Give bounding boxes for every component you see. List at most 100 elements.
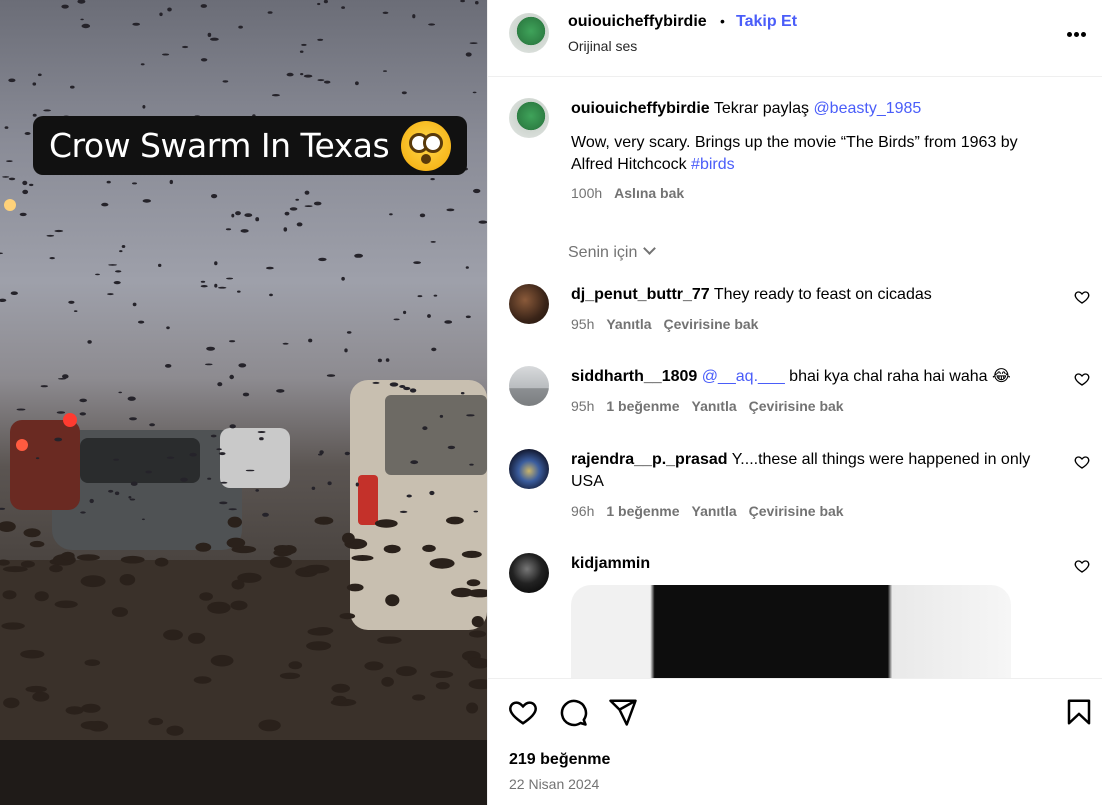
- bird-mark: [465, 266, 469, 269]
- bird-mark: [218, 286, 227, 289]
- commenter-username[interactable]: rajendra__p._prasad: [571, 451, 728, 468]
- like-comment-heart-icon[interactable]: [1074, 289, 1090, 305]
- bird-mark: [16, 408, 26, 411]
- more-options-icon[interactable]: [1067, 24, 1091, 44]
- bird-mark: [466, 414, 475, 417]
- translate-button[interactable]: Çevirisine bak: [749, 398, 844, 414]
- bird-mark: [32, 82, 37, 86]
- share-icon[interactable]: [608, 697, 638, 727]
- post-date[interactable]: 22 Nisan 2024: [509, 776, 599, 792]
- bird-mark: [61, 4, 69, 9]
- owner-username[interactable]: ouiouicheffybirdie: [568, 13, 707, 31]
- bird-mark: [383, 70, 387, 72]
- likes-count[interactable]: 219 beğenme: [509, 751, 610, 769]
- bookmark-icon[interactable]: [1064, 697, 1094, 727]
- bird-mark: [344, 451, 350, 456]
- comment-image[interactable]: [571, 585, 1011, 678]
- bird-mark: [276, 389, 285, 393]
- post-media[interactable]: Crow Swarm In Texas: [0, 0, 487, 805]
- bird-mark: [200, 285, 208, 288]
- see-original-button[interactable]: Aslına bak: [614, 185, 684, 201]
- bird-mark: [129, 498, 136, 501]
- commenter-avatar[interactable]: [509, 366, 549, 406]
- owner-avatar[interactable]: [509, 13, 549, 53]
- like-comment-heart-icon[interactable]: [1074, 558, 1090, 574]
- caption-time[interactable]: 100h: [571, 185, 602, 201]
- comment-mention[interactable]: @__aq.___: [702, 368, 785, 385]
- comment-time[interactable]: 96h: [571, 503, 594, 519]
- bird-mark: [255, 217, 260, 222]
- bird-mark: [149, 423, 156, 427]
- bird-mark: [342, 532, 355, 544]
- bird-mark: [121, 245, 126, 248]
- bird-mark: [34, 591, 49, 602]
- heart-icon[interactable]: [508, 697, 538, 727]
- caption-meta: 100h Aslına bak: [571, 182, 1061, 204]
- bird-mark: [35, 457, 40, 460]
- caption-text: ouiouicheffybirdie Tekrar paylaş @beasty…: [571, 98, 1061, 204]
- caption-mention[interactable]: @beasty_1985: [813, 100, 921, 117]
- comment-body: dj_penut_buttr_77 They ready to feast on…: [571, 284, 1061, 306]
- bird-mark: [412, 694, 426, 701]
- comment-time[interactable]: 95h: [571, 316, 594, 332]
- bird-mark: [1, 622, 25, 630]
- reply-button[interactable]: Yanıtla: [692, 503, 737, 519]
- bird-mark: [262, 512, 269, 517]
- bird-mark: [245, 469, 255, 472]
- bird-mark: [166, 725, 184, 736]
- bird-mark: [238, 363, 247, 368]
- bird-mark: [216, 448, 222, 451]
- caption-avatar[interactable]: [509, 98, 549, 138]
- comment-likes[interactable]: 1 beğenme: [606, 398, 679, 414]
- media-caption-text: Crow Swarm In Texas: [49, 126, 390, 165]
- like-comment-heart-icon[interactable]: [1074, 371, 1090, 387]
- bird-mark: [229, 374, 234, 380]
- bird-mark: [461, 550, 482, 559]
- translate-button[interactable]: Çevirisine bak: [749, 503, 844, 519]
- bird-mark: [317, 2, 321, 6]
- comment-icon[interactable]: [558, 697, 588, 727]
- comment-likes[interactable]: 1 beğenme: [606, 503, 679, 519]
- commenter-avatar[interactable]: [509, 449, 549, 489]
- bird-mark: [339, 613, 356, 620]
- commenter-username[interactable]: dj_penut_buttr_77: [571, 286, 710, 303]
- bird-mark: [217, 382, 223, 387]
- chevron-down-icon: [643, 242, 657, 255]
- commenter-username[interactable]: siddharth__1809: [571, 368, 697, 385]
- comment-time[interactable]: 95h: [571, 398, 594, 414]
- audio-label[interactable]: Orijinal ses: [568, 38, 637, 54]
- bird-mark: [87, 340, 92, 344]
- bird-mark: [301, 43, 307, 46]
- commenter-avatar[interactable]: [509, 284, 549, 324]
- bird-mark: [308, 338, 313, 343]
- caption-username[interactable]: ouiouicheffybirdie: [571, 100, 710, 117]
- bird-mark: [267, 11, 273, 14]
- commenter-username[interactable]: kidjammin: [571, 555, 650, 572]
- caption-hashtag[interactable]: #birds: [691, 156, 735, 173]
- bird-mark: [396, 666, 417, 677]
- like-comment-heart-icon[interactable]: [1074, 454, 1090, 470]
- bird-mark: [120, 555, 145, 564]
- bird-mark: [128, 496, 132, 499]
- bird-mark: [207, 32, 212, 38]
- comment-sort-dropdown[interactable]: Senin için: [568, 242, 657, 262]
- bird-mark: [20, 649, 45, 659]
- reply-button[interactable]: Yanıtla: [692, 398, 737, 414]
- bird-mark: [399, 510, 408, 513]
- bird-mark: [37, 73, 42, 77]
- bird-mark: [158, 263, 162, 267]
- follow-button[interactable]: Takip Et: [736, 13, 797, 31]
- translate-button[interactable]: Çevirisine bak: [664, 316, 759, 332]
- bird-mark: [460, 392, 465, 395]
- bird-mark: [195, 542, 212, 552]
- reply-button[interactable]: Yanıtla: [606, 316, 651, 332]
- comments-section[interactable]: ouiouicheffybirdie Tekrar paylaş @beasty…: [488, 78, 1102, 678]
- commenter-avatar[interactable]: [509, 553, 549, 593]
- bird-mark: [346, 331, 352, 334]
- bird-mark: [255, 489, 259, 492]
- separator-dot: •: [720, 13, 725, 29]
- bird-mark: [230, 600, 248, 611]
- post-actions: 219 beğenme 22 Nisan 2024: [488, 678, 1102, 805]
- bird-mark: [303, 564, 330, 574]
- bird-mark: [289, 207, 298, 211]
